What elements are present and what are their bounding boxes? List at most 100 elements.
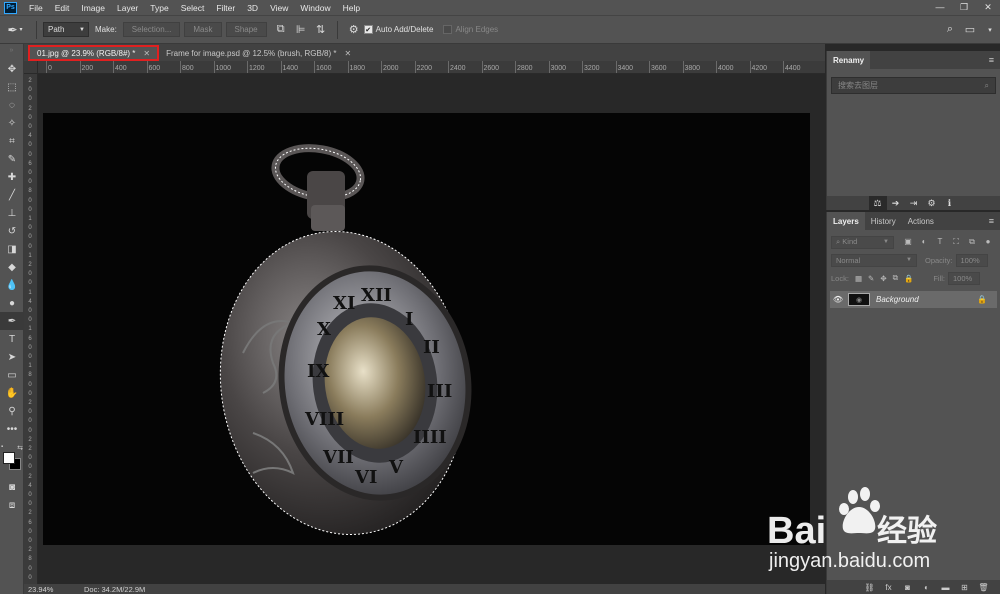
new-group-icon[interactable]: ▬ — [936, 583, 955, 592]
gear-icon[interactable]: ⚙ — [344, 23, 364, 36]
lock-pixels-icon[interactable]: ✎ — [868, 274, 874, 283]
adjustment-filter-icon[interactable]: ◐ — [916, 237, 932, 247]
path-selection-tool-icon[interactable]: ➤ — [0, 348, 24, 366]
swap-colors-icon[interactable]: ⇆ — [17, 444, 23, 452]
menu-window[interactable]: Window — [294, 3, 336, 13]
pen-tool-preset-icon[interactable]: ✒ ▾ — [0, 23, 30, 37]
link-layers-icon[interactable]: ⛓ — [860, 583, 879, 592]
lasso-tool-icon[interactable]: ◌ — [0, 96, 24, 114]
close-icon[interactable]: ✕ — [976, 2, 1000, 13]
auto-add-delete-checkbox[interactable]: ✔ — [363, 25, 373, 34]
blur-tool-icon[interactable]: 💧 — [0, 276, 24, 294]
adjustment-layer-icon[interactable]: ◐ — [917, 583, 936, 592]
minimize-icon[interactable]: — — [928, 2, 952, 13]
tab-layers[interactable]: Layers — [827, 212, 865, 230]
menu-3d[interactable]: 3D — [241, 3, 264, 13]
path-operations-icon[interactable]: ⧉ — [271, 23, 291, 36]
tab-history[interactable]: History — [865, 212, 902, 230]
layer-background[interactable]: 👁 ◉ Background 🔒 — [830, 291, 997, 308]
clone-stamp-tool-icon[interactable]: ⊥ — [0, 204, 24, 222]
photoshop-logo-icon[interactable]: Ps — [4, 1, 17, 14]
delete-layer-icon[interactable]: 🗑 — [974, 583, 993, 592]
lock-position-icon[interactable]: ✥ — [880, 274, 886, 283]
blend-mode-select[interactable]: Normal ▼ — [831, 253, 917, 267]
close-tab-icon[interactable]: ✕ — [345, 49, 352, 58]
menu-file[interactable]: File — [23, 3, 49, 13]
pen-mode-select[interactable]: Path ▼ — [43, 22, 89, 37]
make-selection-button[interactable]: Selection... — [122, 22, 181, 37]
layer-search-field[interactable]: 搜索去图层 ⌕ — [831, 77, 996, 94]
default-colors-icon[interactable]: ▪ — [1, 444, 3, 450]
shape-filter-icon[interactable]: ⛶ — [948, 237, 964, 247]
menu-help[interactable]: Help — [337, 3, 366, 13]
info-icon[interactable]: ℹ — [941, 196, 959, 210]
path-alignment-icon[interactable]: ⊫ — [291, 23, 311, 36]
move-tool-icon[interactable]: ✥ — [0, 60, 24, 78]
visibility-eye-icon[interactable]: 👁 — [830, 295, 846, 304]
document-size[interactable]: Doc: 34.2M/22.9M — [84, 585, 145, 594]
tab-renamy[interactable]: Renamy — [827, 51, 871, 69]
filter-toggle-icon[interactable]: ● — [980, 237, 996, 247]
history-brush-tool-icon[interactable]: ↺ — [0, 222, 24, 240]
lock-all-icon[interactable]: 🔒 — [904, 274, 913, 283]
tab-01-jpg[interactable]: 01.jpg @ 23.9% (RGB/8#) * ✕ — [28, 45, 160, 61]
layer-style-icon[interactable]: fx — [879, 583, 898, 592]
menu-select[interactable]: Select — [175, 3, 211, 13]
rectangle-tool-icon[interactable]: ▭ — [0, 366, 24, 384]
canvas-workspace[interactable]: XII I II III IIII V VI VII VIII IX X XI — [38, 74, 825, 584]
export-icon[interactable]: ⇥ — [905, 196, 923, 210]
eyedropper-tool-icon[interactable]: ✎ — [0, 150, 24, 168]
add-mask-icon[interactable]: ◙ — [898, 583, 917, 592]
arrow-right-icon[interactable]: ➔ — [887, 196, 905, 210]
pen-tool-icon[interactable]: ✒ — [0, 312, 24, 330]
make-mask-button[interactable]: Mask — [184, 22, 222, 37]
menu-edit[interactable]: Edit — [49, 3, 76, 13]
menu-image[interactable]: Image — [75, 3, 111, 13]
type-tool-icon[interactable]: T — [0, 330, 24, 348]
eraser-tool-icon[interactable]: ◨ — [0, 240, 24, 258]
more-tools-icon[interactable]: ••• — [0, 420, 24, 438]
foreground-color-swatch[interactable] — [3, 452, 15, 464]
kind-filter-select[interactable]: ⌕ Kind ▼ — [831, 235, 894, 249]
document-image[interactable]: XII I II III IIII V VI VII VIII IX X XI — [43, 113, 810, 545]
magic-wand-tool-icon[interactable]: ✧ — [0, 114, 24, 132]
type-filter-icon[interactable]: T — [932, 237, 948, 247]
zoom-tool-icon[interactable]: ⚲ — [0, 402, 24, 420]
tab-actions[interactable]: Actions — [902, 212, 940, 230]
workspace-icon[interactable]: ▭ — [960, 23, 980, 36]
zoom-level[interactable]: 23.94% — [24, 585, 64, 594]
adjustments-icon[interactable]: ⚖ — [868, 196, 887, 210]
hand-tool-icon[interactable]: ✋ — [0, 384, 24, 402]
restore-icon[interactable]: ❐ — [952, 2, 976, 13]
fill-field[interactable]: 100% — [948, 271, 980, 285]
chevron-down-icon[interactable]: ▾ — [980, 26, 1000, 34]
vertical-ruler[interactable]: 2 0 0 2 0 0 4 0 0 6 0 0 8 0 0 1 0 0 0 1 2 0 0 1 4 0 0 1 6 0 0 1 8 0 0 2 0 0 0 2… — [24, 74, 38, 584]
healing-brush-tool-icon[interactable]: ✚ — [0, 168, 24, 186]
gear-icon[interactable]: ⚙ — [923, 196, 941, 210]
marquee-tool-icon[interactable]: ⬚ — [0, 78, 24, 96]
horizontal-ruler[interactable]: 0 200 400 600 800 1000 1200 1400 1600 1800 2000 220… — [38, 61, 825, 74]
menu-layer[interactable]: Layer — [111, 3, 144, 13]
menu-filter[interactable]: Filter — [210, 3, 241, 13]
close-tab-icon[interactable]: ✕ — [143, 49, 150, 58]
menu-type[interactable]: Type — [144, 3, 174, 13]
panel-grip[interactable]: » — [0, 44, 23, 60]
panel-menu-icon[interactable]: ≡ — [989, 216, 994, 226]
paint-bucket-tool-icon[interactable]: ◆ — [0, 258, 24, 276]
lock-artboard-icon[interactable]: ⧉ — [893, 273, 898, 283]
search-icon[interactable]: ⌕ — [940, 23, 960, 36]
opacity-field[interactable]: 100% — [955, 253, 988, 267]
dodge-tool-icon[interactable]: ● — [0, 294, 24, 312]
crop-tool-icon[interactable]: ⌗ — [0, 132, 24, 150]
lock-transparent-icon[interactable]: ▦ — [855, 274, 862, 283]
new-layer-icon[interactable]: ⊞ — [955, 583, 974, 592]
make-shape-button[interactable]: Shape — [225, 22, 267, 37]
brush-tool-icon[interactable]: ╱ — [0, 186, 24, 204]
align-edges-checkbox[interactable] — [443, 25, 453, 34]
path-arrangement-icon[interactable]: ⇅ — [311, 23, 331, 36]
menu-view[interactable]: View — [264, 3, 294, 13]
smart-object-filter-icon[interactable]: ⧉ — [964, 237, 980, 247]
pixel-filter-icon[interactable]: ▣ — [900, 237, 916, 247]
tab-frame-for-image[interactable]: Frame for image.psd @ 12.5% (brush, RGB/… — [159, 45, 359, 61]
screen-mode-icon[interactable]: ⧈ — [0, 496, 24, 514]
